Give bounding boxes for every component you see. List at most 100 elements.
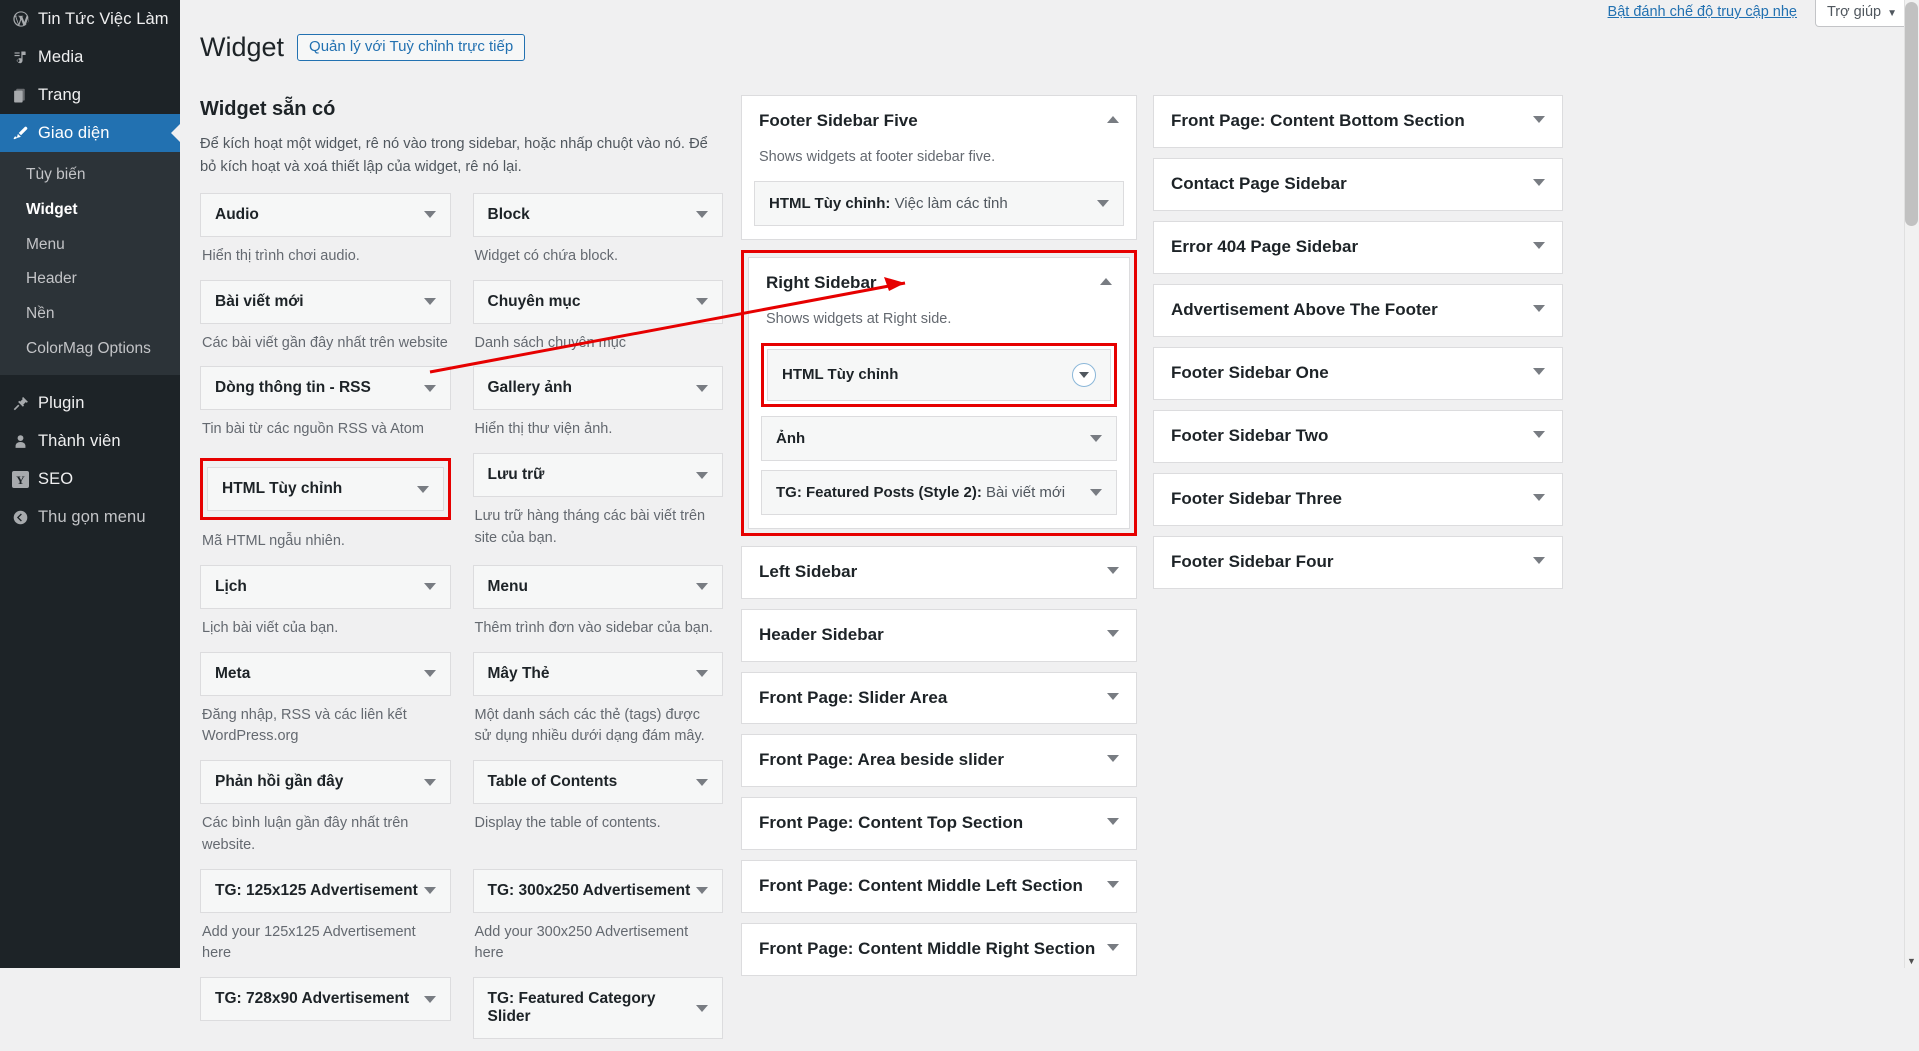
sidebar-item-media[interactable]: Media <box>0 38 180 76</box>
available-widget-b-i-vi-t-m-i[interactable]: Bài viết mới <box>200 279 451 324</box>
chevron-down-icon[interactable] <box>1533 116 1545 124</box>
sidebar-panel-header[interactable]: Advertisement Above The Footer <box>1154 285 1562 336</box>
chevron-down-icon[interactable] <box>696 887 708 895</box>
chevron-down-icon[interactable] <box>1107 881 1119 889</box>
assigned-widget-nh[interactable]: Ảnh <box>761 415 1117 461</box>
sidebar-panel-header[interactable]: Footer Sidebar Five <box>742 96 1136 147</box>
chevron-down-icon[interactable] <box>696 298 708 306</box>
chevron-down-icon[interactable] <box>423 887 436 895</box>
chevron-down-icon[interactable] <box>1533 493 1545 501</box>
sidebar-item-pages[interactable]: Trang <box>0 76 180 114</box>
sidebar-panel-error-404-page-sidebar[interactable]: Error 404 Page Sidebar <box>1153 221 1563 275</box>
chevron-down-icon[interactable] <box>1107 944 1119 952</box>
chevron-down-icon[interactable] <box>1107 818 1119 826</box>
chevron-down-icon[interactable] <box>1097 199 1109 207</box>
sidebar-panel-header[interactable]: Front Page: Content Top Section <box>742 798 1136 849</box>
chevron-down-icon[interactable] <box>423 298 436 306</box>
assigned-widget-tg-featured-posts-style-2[interactable]: TG: Featured Posts (Style 2): Bài viết m… <box>761 469 1117 515</box>
sidebar-panel-header[interactable]: Contact Page Sidebar <box>1154 159 1562 210</box>
sidebar-panel-footer-sidebar-one[interactable]: Footer Sidebar One <box>1153 347 1563 400</box>
sidebar-panel-footer-sidebar-four[interactable]: Footer Sidebar Four <box>1153 535 1563 589</box>
sidebar-panel-header[interactable]: Footer Sidebar Four <box>1154 537 1562 588</box>
sidebar-subitem-customize[interactable]: Tùy biến <box>0 158 180 193</box>
available-widget-d-ng-th-ng-tin-rss[interactable]: Dòng thông tin - RSS <box>200 366 451 411</box>
chevron-down-icon[interactable] <box>1533 242 1545 250</box>
chevron-down-icon[interactable] <box>696 384 708 392</box>
sidebar-panel-header[interactable]: Footer Sidebar One <box>1154 348 1562 399</box>
available-widget-table-of-contents[interactable]: Table of Contents <box>472 760 723 805</box>
chevron-down-icon[interactable] <box>696 670 708 678</box>
available-widget-tg-728x90-advertisement[interactable]: TG: 728x90 Advertisement <box>200 977 451 1022</box>
sidebar-panel-front-page-area-beside-slider[interactable]: Front Page: Area beside slider <box>741 734 1137 788</box>
sidebar-panel-left-sidebar[interactable]: Left Sidebar <box>741 545 1137 599</box>
sidebar-panel-front-page-content-middle-right-section[interactable]: Front Page: Content Middle Right Section <box>741 923 1137 977</box>
sidebar-panel-front-page-content-bottom-section[interactable]: Front Page: Content Bottom Section <box>1153 95 1563 149</box>
chevron-down-icon[interactable] <box>423 211 436 219</box>
sidebar-panel-header[interactable]: Left Sidebar <box>742 547 1136 598</box>
available-widget-m-y-th[interactable]: Mây Thẻ <box>472 651 723 696</box>
chevron-down-icon[interactable] <box>696 471 708 479</box>
sidebar-item-users[interactable]: Thành viên <box>0 423 180 461</box>
assigned-widget-html-t-y-ch-nh[interactable]: HTML Tùy chỉnh: Việc làm các tỉnh <box>754 180 1124 226</box>
chevron-down-icon[interactable] <box>1090 434 1102 442</box>
sidebar-subitem-header[interactable]: Header <box>0 262 180 297</box>
chevron-down-icon[interactable] <box>696 583 708 591</box>
sidebar-panel-advertisement-above-the-footer[interactable]: Advertisement Above The Footer <box>1153 284 1563 337</box>
chevron-down-icon[interactable] <box>423 583 436 591</box>
sidebar-panel-header[interactable]: Front Page: Content Bottom Section <box>1154 96 1562 147</box>
sidebar-panel-header[interactable]: Footer Sidebar Two <box>1154 411 1562 462</box>
chevron-down-icon[interactable] <box>1107 629 1119 637</box>
available-widget-audio[interactable]: Audio <box>200 192 451 237</box>
chevron-down-icon[interactable] <box>423 995 436 1003</box>
available-widget-meta[interactable]: Meta <box>200 651 451 696</box>
available-widget-html-t-y-ch-nh[interactable]: HTML Tùy chỉnh <box>207 467 444 512</box>
sidebar-subitem-widgets[interactable]: Widget <box>0 193 180 228</box>
chevron-up-icon[interactable] <box>1107 116 1119 124</box>
chevron-down-icon[interactable] <box>696 1004 708 1012</box>
chevron-down-icon[interactable] <box>1107 692 1119 700</box>
chevron-down-icon[interactable] <box>1533 430 1545 438</box>
sidebar-panel-front-page-content-middle-left-section[interactable]: Front Page: Content Middle Left Section <box>741 860 1137 914</box>
manage-with-live-preview-button[interactable]: Quản lý với Tuỳ chỉnh trực tiếp <box>297 34 526 62</box>
sidebar-panel-header[interactable]: Error 404 Page Sidebar <box>1154 222 1562 273</box>
sidebar-panel-footer-sidebar-two[interactable]: Footer Sidebar Two <box>1153 409 1563 463</box>
available-widget-tg-300x250-advertisement[interactable]: TG: 300x250 Advertisement <box>472 868 723 913</box>
sidebar-panel-front-page-slider-area[interactable]: Front Page: Slider Area <box>741 671 1137 725</box>
scroll-down-arrow[interactable]: ▼ <box>1905 954 1918 968</box>
sidebar-item-seo[interactable]: Y SEO <box>0 461 180 499</box>
chevron-down-icon[interactable] <box>423 384 436 392</box>
page-scrollbar[interactable]: ▲ ▼ <box>1904 0 1919 968</box>
available-widget-tg-125x125-advertisement[interactable]: TG: 125x125 Advertisement <box>200 868 451 913</box>
sidebar-panel-header-sidebar[interactable]: Header Sidebar <box>741 608 1137 662</box>
chevron-down-icon[interactable] <box>696 211 708 219</box>
chevron-down-icon[interactable] <box>1533 305 1545 313</box>
sidebar-panel-header[interactable]: Footer Sidebar Three <box>1154 474 1562 525</box>
sidebar-panel-header[interactable]: Right Sidebar <box>749 258 1129 309</box>
chevron-down-icon[interactable] <box>1090 488 1102 496</box>
chevron-down-icon[interactable] <box>1533 556 1545 564</box>
chevron-up-icon[interactable] <box>1100 277 1112 285</box>
available-widget-tg-featured-category-slider[interactable]: TG: Featured Category Slider <box>472 977 723 1040</box>
sidebar-subitem-background[interactable]: Nền <box>0 297 180 332</box>
available-widget-gallery-nh[interactable]: Gallery ảnh <box>472 366 723 411</box>
chevron-down-icon[interactable] <box>696 778 708 786</box>
chevron-down-icon[interactable] <box>416 485 429 493</box>
sidebar-panel-header[interactable]: Front Page: Content Middle Left Section <box>742 861 1136 912</box>
available-widget-menu[interactable]: Menu <box>472 564 723 609</box>
available-widget-l-u-tr[interactable]: Lưu trữ <box>472 453 723 498</box>
available-widget-chuy-n-m-c[interactable]: Chuyên mục <box>472 279 723 324</box>
chevron-down-icon[interactable] <box>423 670 436 678</box>
sidebar-item-plugins[interactable]: Plugin <box>0 385 180 423</box>
sidebar-item-appearance[interactable]: Giao diện <box>0 114 180 152</box>
sidebar-subitem-colormag-options[interactable]: ColorMag Options <box>0 332 180 367</box>
sidebar-panel-footer-sidebar-five[interactable]: Footer Sidebar Five Shows widgets at foot… <box>741 95 1137 240</box>
sidebar-panel-header[interactable]: Header Sidebar <box>742 610 1136 661</box>
scrollbar-thumb[interactable] <box>1905 2 1918 226</box>
sidebar-panel-contact-page-sidebar[interactable]: Contact Page Sidebar <box>1153 158 1563 212</box>
chevron-down-icon[interactable] <box>1107 755 1119 763</box>
sidebar-subitem-menus[interactable]: Menu <box>0 228 180 263</box>
sidebar-panel-right-sidebar[interactable]: Right Sidebar Shows widgets at Right side… <box>748 256 1130 529</box>
sidebar-item-site-name[interactable]: Tin Tức Việc Làm <box>0 0 180 38</box>
sidebar-panel-header[interactable]: Front Page: Slider Area <box>742 673 1136 724</box>
sidebar-panel-footer-sidebar-three[interactable]: Footer Sidebar Three <box>1153 472 1563 526</box>
